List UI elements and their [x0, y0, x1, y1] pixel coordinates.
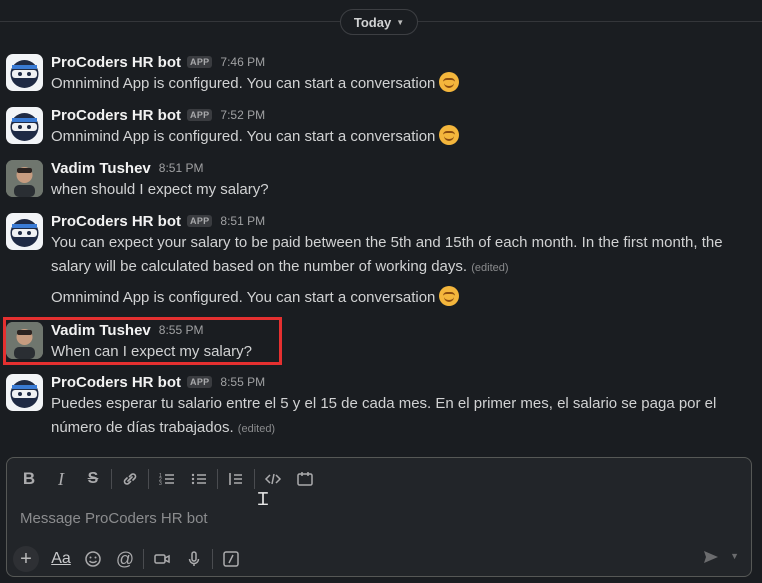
toolbar-divider: [254, 469, 255, 489]
blockquote-icon[interactable]: [220, 465, 252, 493]
sender-name[interactable]: Vadim Tushev: [51, 322, 151, 339]
sleepy-face-icon: [439, 125, 460, 145]
text-cursor-icon: Ɪ: [258, 489, 269, 510]
avatar[interactable]: [6, 160, 43, 197]
code-block-icon[interactable]: [289, 465, 321, 493]
send-icon[interactable]: [703, 549, 719, 565]
bulleted-list-icon[interactable]: [183, 465, 215, 493]
day-divider-button[interactable]: Today ▼: [340, 9, 418, 35]
sleepy-face-icon: [439, 72, 460, 92]
format-toolbar: B I S 123: [13, 464, 321, 494]
toolbar-divider: [212, 549, 213, 569]
svg-text:3: 3: [159, 481, 162, 487]
sender-name[interactable]: ProCoders HR bot: [51, 54, 181, 71]
chevron-down-icon: ▼: [396, 17, 405, 27]
emoji-icon[interactable]: [77, 545, 109, 573]
message: Vadim Tushev 8:55 PM When can I expect m…: [6, 320, 752, 366]
edited-label: (edited): [471, 262, 509, 274]
ninja-bot-icon: [10, 60, 39, 88]
message-text: When can I expect my salary?: [51, 343, 252, 360]
message-timestamp[interactable]: 8:51 PM: [220, 214, 265, 228]
message-text: when should I expect my salary?: [51, 181, 269, 198]
ninja-bot-icon: [10, 380, 39, 408]
chevron-down-icon[interactable]: ▼: [730, 551, 739, 561]
plus-icon[interactable]: +: [13, 546, 39, 572]
day-divider-label: Today: [353, 14, 392, 30]
message-composer[interactable]: B I S 123 Message ProCoders HR bot + Aa: [6, 457, 752, 577]
edited-label: (edited): [237, 423, 276, 435]
message-timestamp[interactable]: 8:51 PM: [159, 161, 204, 175]
message-input[interactable]: Message ProCoders HR bot: [20, 510, 208, 527]
ninja-bot-icon: [10, 113, 39, 141]
avatar[interactable]: [6, 213, 43, 250]
message: ProCoders HR bot APP 7:52 PM Omnimind Ap…: [6, 105, 752, 151]
message-timestamp[interactable]: 8:55 PM: [220, 375, 265, 389]
message: ProCoders HR bot APP 8:51 PM You can exp…: [6, 211, 752, 311]
message: ProCoders HR bot APP 8:55 PM Puedes espe…: [6, 372, 752, 442]
app-badge: APP: [187, 376, 213, 388]
message-text: Omnimind App is configured. You can star…: [51, 289, 436, 306]
message-text: You can expect your salary to be paid be…: [51, 234, 723, 251]
toolbar-divider: [143, 549, 144, 569]
ninja-bot-icon: [10, 219, 39, 247]
toolbar-divider: [111, 469, 112, 489]
strikethrough-button[interactable]: S: [77, 465, 109, 493]
sender-name[interactable]: ProCoders HR bot: [51, 107, 181, 124]
avatar[interactable]: [6, 54, 43, 91]
app-badge: APP: [187, 56, 213, 68]
message-text: Puedes esperar tu salario entre el 5 y e…: [51, 395, 717, 412]
avatar[interactable]: [6, 322, 43, 359]
video-icon[interactable]: [146, 545, 178, 573]
app-badge: APP: [187, 215, 213, 227]
slash-command-icon[interactable]: [215, 545, 247, 573]
toolbar-divider: [148, 469, 149, 489]
link-icon[interactable]: [114, 465, 146, 493]
toolbar-divider: [217, 469, 218, 489]
message-text: salary will be calculated based on the n…: [51, 258, 468, 275]
message: Vadim Tushev 8:51 PM when should I expec…: [6, 158, 752, 204]
message-timestamp[interactable]: 7:52 PM: [220, 108, 265, 122]
message-text: Omnimind App is configured. You can star…: [51, 75, 436, 92]
sleepy-face-icon: [439, 286, 460, 306]
sender-name[interactable]: ProCoders HR bot: [51, 374, 181, 391]
message-timestamp[interactable]: 7:46 PM: [220, 55, 265, 69]
user-photo-icon: [6, 160, 43, 197]
avatar[interactable]: [6, 374, 43, 411]
format-toggle-button[interactable]: Aa: [45, 550, 77, 568]
bold-button[interactable]: B: [13, 465, 45, 493]
mention-icon[interactable]: @: [109, 545, 141, 573]
microphone-icon[interactable]: [178, 545, 210, 573]
sender-name[interactable]: ProCoders HR bot: [51, 213, 181, 230]
message-text: Omnimind App is configured. You can star…: [51, 128, 436, 145]
message: ProCoders HR bot APP 7:46 PM Omnimind Ap…: [6, 52, 752, 98]
message-timestamp[interactable]: 8:55 PM: [159, 323, 204, 337]
composer-actions: + Aa @: [13, 544, 247, 574]
app-badge: APP: [187, 109, 213, 121]
avatar[interactable]: [6, 107, 43, 144]
sender-name[interactable]: Vadim Tushev: [51, 160, 151, 177]
ordered-list-icon[interactable]: 123: [151, 465, 183, 493]
message-text: número de días trabajados.: [51, 419, 234, 436]
italic-button[interactable]: I: [45, 465, 77, 493]
user-photo-icon: [6, 322, 43, 359]
